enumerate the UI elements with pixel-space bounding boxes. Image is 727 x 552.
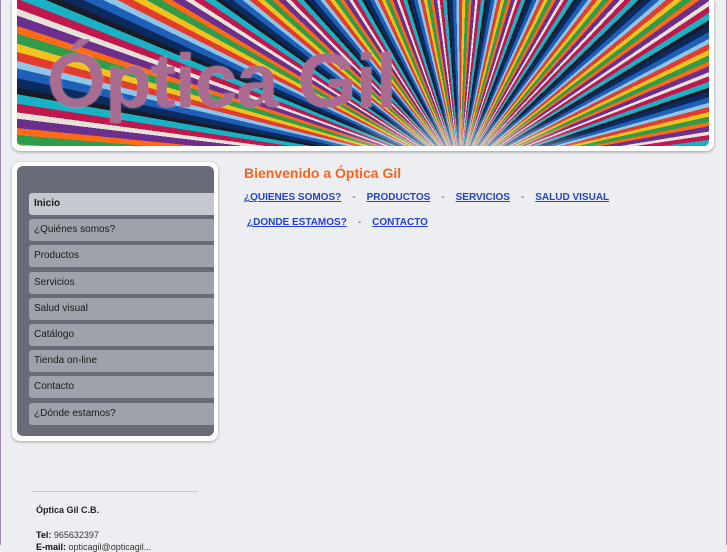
sidebar-item-contacto[interactable]: Contacto [29, 376, 214, 399]
quick-links-row-2: ¿DONDE ESTAMOS? - CONTACTO [247, 217, 428, 228]
footer-email-label: E-mail: [36, 542, 67, 552]
link-separator: - [357, 217, 362, 228]
welcome-heading: Bienvenido a Óptica Gil [244, 165, 402, 181]
footer-email-value: opticagil@opticagil... [68, 542, 152, 552]
sidebar-item-donde-estamos[interactable]: ¿Dónde estamos? [29, 402, 214, 425]
sidebar-nav: Inicio ¿Quiénes somos? Productos Servici… [29, 193, 214, 429]
footer-email: E-mail: opticagil@opticagil... [36, 542, 151, 552]
link-separator: - [441, 192, 445, 203]
link-donde-estamos[interactable]: ¿DONDE ESTAMOS? [247, 217, 347, 228]
link-salud-visual[interactable]: SALUD VISUAL [535, 192, 609, 203]
header-banner: Óptica Gil [12, 0, 714, 151]
page-border-left [0, 0, 1, 545]
footer-divider [32, 491, 198, 492]
link-separator: - [352, 192, 356, 203]
main-content: Bienvenido a Óptica Gil ¿QUIENES SOMOS? -… [244, 165, 704, 228]
quick-links-row-1: ¿QUIENES SOMOS? - PRODUCTOS - SERVICIOS - SALU… [244, 192, 609, 203]
link-quienes-somos[interactable]: ¿QUIENES SOMOS? [244, 192, 341, 203]
link-separator: - [520, 192, 525, 203]
sidebar-item-catalogo[interactable]: Catálogo [29, 323, 214, 346]
sidebar-item-tienda-online[interactable]: Tienda on-line [29, 350, 214, 373]
sidebar-item-servicios[interactable]: Servicios [29, 271, 214, 294]
sidebar-item-productos[interactable]: Productos [29, 245, 214, 268]
sidebar-menu-panel: Inicio ¿Quiénes somos? Productos Servici… [17, 166, 214, 436]
footer-phone-value: 965632397 [53, 530, 99, 540]
sidebar-item-quienes-somos[interactable]: ¿Quiénes somos? [29, 219, 214, 242]
sidebar-item-inicio[interactable]: Inicio [29, 193, 214, 215]
link-contacto[interactable]: CONTACTO [372, 217, 428, 228]
sidebar-item-salud-visual[interactable]: Salud visual [29, 297, 214, 320]
footer-company-name: Óptica Gil C.B. [36, 505, 100, 515]
link-servicios[interactable]: SERVICIOS [456, 192, 510, 203]
site-logo-title: Óptica Gil [47, 39, 397, 124]
link-productos[interactable]: PRODUCTOS [367, 192, 431, 203]
sidebar: Inicio ¿Quiénes somos? Productos Servici… [12, 162, 218, 441]
footer-phone-label: Tel: [36, 530, 52, 540]
footer-phone: Tel: 965632397 [36, 530, 99, 540]
banner-image: Óptica Gil [17, 0, 709, 146]
